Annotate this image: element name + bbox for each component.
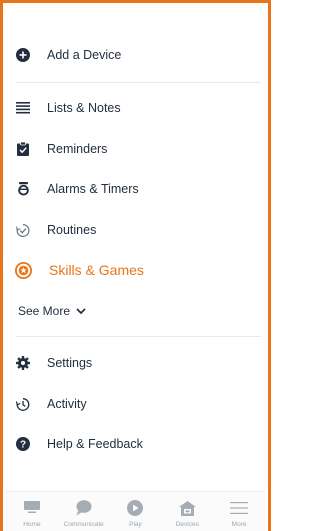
see-more-label: See More xyxy=(18,304,71,318)
tab-label: Devices xyxy=(175,521,199,528)
tab-more[interactable]: More xyxy=(213,492,265,531)
help-icon: ? xyxy=(16,437,30,451)
menu-item-label: Routines xyxy=(47,223,97,237)
gear-icon xyxy=(16,356,30,370)
menu-item-label: Skills & Games xyxy=(49,262,144,278)
tab-devices[interactable]: Devices xyxy=(161,492,213,531)
menu-item-activity[interactable]: Activity xyxy=(3,384,268,424)
menu-item-add-device[interactable]: Add a Device xyxy=(3,35,268,75)
skills-badge-icon xyxy=(15,261,32,279)
svg-text:?: ? xyxy=(20,440,26,451)
tab-label: Communicate xyxy=(63,521,104,528)
chat-icon xyxy=(75,499,93,517)
devices-icon xyxy=(178,499,196,517)
menu-item-routines[interactable]: Routines xyxy=(3,210,268,250)
bottom-tab-bar: Home Communicate Play Devices More xyxy=(6,491,265,531)
divider xyxy=(16,336,261,337)
home-icon xyxy=(23,499,41,517)
divider xyxy=(16,82,261,83)
menu-item-settings[interactable]: Settings xyxy=(3,343,268,383)
menu-item-label: Lists & Notes xyxy=(47,101,121,115)
more-icon xyxy=(230,499,249,517)
tab-label: Play xyxy=(129,521,142,528)
plus-circle-icon xyxy=(16,48,30,62)
clipboard-check-icon xyxy=(16,142,30,156)
alarm-clock-icon xyxy=(16,182,30,196)
menu-item-reminders[interactable]: Reminders xyxy=(3,129,268,169)
list-icon xyxy=(16,101,30,115)
menu-item-label: Add a Device xyxy=(47,48,122,62)
menu-item-label: Activity xyxy=(47,397,87,411)
history-icon xyxy=(16,397,30,411)
menu-item-label: Help & Feedback xyxy=(47,437,143,451)
tab-communicate[interactable]: Communicate xyxy=(58,492,110,531)
menu-item-label: Settings xyxy=(47,356,93,370)
menu-item-skills-games[interactable]: Skills & Games xyxy=(3,250,268,290)
menu-item-alarms-timers[interactable]: Alarms & Timers xyxy=(3,169,268,209)
side-menu-frame: Add a Device Lists & Notes Reminders Ala… xyxy=(0,0,271,531)
menu-item-label: Reminders xyxy=(47,142,108,156)
play-icon xyxy=(126,499,144,517)
check-circle-icon xyxy=(16,223,30,237)
tab-play[interactable]: Play xyxy=(110,492,162,531)
tab-home[interactable]: Home xyxy=(6,492,58,531)
tab-label: More xyxy=(231,521,247,528)
chevron-down-icon xyxy=(76,307,86,314)
menu-item-help-feedback[interactable]: ? Help & Feedback xyxy=(3,424,268,464)
tab-label: Home xyxy=(23,521,41,528)
menu-item-label: Alarms & Timers xyxy=(47,182,139,196)
see-more-toggle[interactable]: See More xyxy=(18,301,86,321)
menu-item-lists-notes[interactable]: Lists & Notes xyxy=(3,88,268,128)
